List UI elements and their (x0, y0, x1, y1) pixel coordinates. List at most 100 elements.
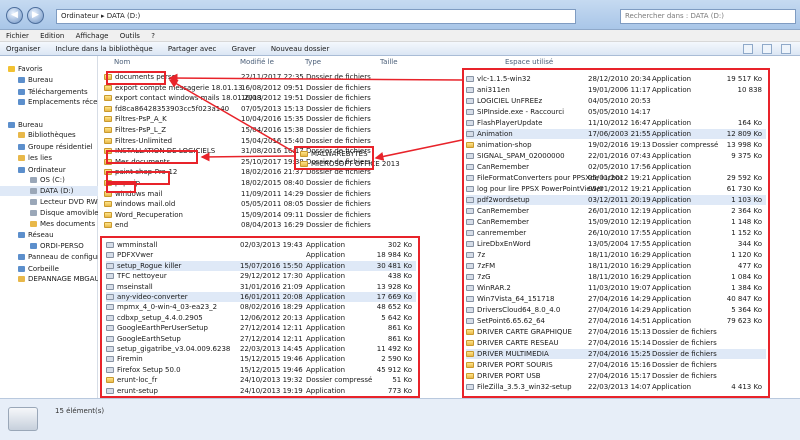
sidebar-item-os-c[interactable]: OS (C:) (0, 175, 98, 185)
location-icon (18, 254, 25, 260)
location-icon (18, 266, 25, 272)
menu-edit[interactable]: Edition (40, 30, 64, 42)
sidebar-item-label: Mes documents (40, 220, 96, 228)
sidebar-item-label: OS (C:) (40, 176, 65, 184)
file-name: Filtres-Unlimited (115, 136, 173, 145)
sidebar-item-t-l-chargements[interactable]: Téléchargements (0, 87, 98, 97)
file-date: 08/04/2013 16:29 (241, 221, 304, 230)
address-bar[interactable]: Ordinateur ▸ DATA (D:) (56, 9, 576, 24)
breadcrumb-drive[interactable]: DATA (D:) (107, 12, 140, 20)
list-item-folder[interactable]: Filtres-Unlimited 15/04/2016 15:40 Dossier… (104, 136, 454, 146)
sidebar-item-disque-amovible-i[interactable]: Disque amovible (I:) (0, 208, 111, 218)
column-header-type[interactable]: Type (305, 58, 321, 67)
file-name: export contact windows mails 18.01.2013 (115, 94, 262, 103)
column-header-size[interactable]: Taille (380, 58, 398, 67)
folder-icon (104, 95, 112, 102)
sidebar-item-favoris[interactable]: Favoris (0, 64, 98, 74)
sidebar-item-ordinateur[interactable]: Ordinateur (0, 165, 98, 175)
folder-icon (18, 276, 25, 282)
menu-file[interactable]: Fichier (6, 30, 29, 42)
list-item-folder[interactable]: export contact windows mails 18.01.2013 1… (104, 93, 454, 103)
sidebar-item-bureau[interactable]: Bureau (0, 75, 98, 85)
sidebar-item-label: Réseau (28, 231, 54, 239)
star-icon (8, 66, 15, 72)
list-item-folder[interactable]: end 08/04/2013 16:29 Dossier de fichiers (104, 220, 454, 230)
annotation-box-pspzip (106, 181, 136, 193)
folder-icon (104, 137, 112, 144)
list-item-folder[interactable]: windows mail.old 05/05/2011 08:05 Dossier … (104, 199, 454, 209)
file-date: 16/08/2012 09:51 (241, 83, 304, 92)
sidebar-item-corbeille[interactable]: Corbeille (0, 264, 98, 274)
sidebar-item-r-seau[interactable]: Réseau (0, 230, 98, 240)
burn-button[interactable]: Graver (232, 42, 256, 56)
file-date: 15/04/2016 15:40 (241, 136, 304, 145)
navigation-pane: Favoris Bureau Téléchargements Emplacements… (0, 56, 113, 398)
drive-icon (30, 199, 37, 205)
file-type: Dossier de fichiers (306, 210, 371, 219)
sidebar-item-les-lies[interactable]: les lies (0, 153, 98, 163)
file-date: 22/11/2017 22:35 (241, 73, 304, 81)
menu-view[interactable]: Affichage (76, 30, 109, 42)
sidebar-item-ordi-perso[interactable]: ORDI-PERSO (0, 241, 98, 251)
sidebar-item-label: Emplacements récents (28, 98, 109, 106)
sidebar-item-biblioth-ques[interactable]: Bibliothèques (0, 130, 98, 140)
sidebar-item-panneau-de-configuratio[interactable]: Panneau de configuratio (0, 252, 113, 262)
command-bar: Organiser Inclure dans la bibliothèque P… (0, 42, 800, 56)
back-icon[interactable]: ◀ (6, 7, 23, 24)
folder-icon (104, 116, 112, 123)
preview-pane-icon[interactable] (762, 44, 772, 54)
location-icon (18, 89, 25, 95)
sidebar-item-label: Bureau (28, 76, 53, 84)
sidebar-item-groupe-r-sidentiel[interactable]: Groupe résidentiel (0, 142, 98, 152)
include-library-button[interactable]: Inclure dans la bibliothèque (55, 42, 152, 56)
view-options-icon[interactable] (743, 44, 753, 54)
folder-icon (18, 155, 25, 161)
column-header-date[interactable]: Modifié le (240, 58, 274, 67)
location-icon (18, 167, 25, 173)
annotation-box-documents (106, 71, 166, 85)
list-item-folder[interactable]: windows mail 11/09/2011 14:29 Dossier de f… (104, 189, 454, 199)
sidebar-item-mes-documents[interactable]: Mes documents (0, 219, 98, 229)
help-icon[interactable] (781, 44, 791, 54)
annotation-box-left-files (100, 236, 420, 398)
drive-icon (30, 210, 37, 216)
breadcrumb-computer[interactable]: Ordinateur (61, 12, 99, 20)
menu-tools[interactable]: Outils (120, 30, 140, 42)
folder-icon (30, 221, 37, 227)
search-input[interactable]: Rechercher dans : DATA (D:) (620, 9, 796, 24)
menu-help[interactable]: ? (151, 30, 155, 42)
new-folder-button[interactable]: Nouveau dossier (271, 42, 330, 56)
status-bar: 15 élément(s) (0, 398, 800, 440)
location-icon (30, 243, 37, 249)
list-item-folder[interactable]: Filtres-PsP_L_Z 15/04/2016 15:38 Dossier d… (104, 125, 454, 135)
file-name: end (115, 221, 129, 230)
drive-icon (30, 177, 37, 183)
sidebar-item-emplacements-r-cents[interactable]: Emplacements récents (0, 97, 108, 107)
file-type: Dossier de fichiers (306, 115, 371, 124)
sidebar-item-data-d[interactable]: DATA (D:) (0, 186, 98, 196)
sidebar-item-label: ORDI-PERSO (40, 242, 84, 250)
column-header-name[interactable]: Nom (114, 58, 130, 67)
sidebar-item-label: Ordinateur (28, 166, 66, 174)
location-icon (18, 77, 25, 83)
folder-icon (104, 211, 112, 218)
folder-icon (104, 84, 112, 91)
list-item-folder[interactable]: Word_Recuperation 15/09/2014 09:11 Dossier… (104, 210, 454, 220)
share-button[interactable]: Partager avec (168, 42, 217, 56)
sidebar-item-depannage-mbgau[interactable]: DEPANNAGE MBGAU (0, 274, 100, 284)
sidebar-item-label: DATA (D:) (40, 187, 74, 195)
file-name: Word_Recuperation (115, 210, 183, 219)
file-type: Dossier de fichiers (306, 104, 371, 113)
list-item-folder[interactable]: fd8ca86428353903cc5f023a140 07/05/2013 15… (104, 104, 454, 114)
file-type: Dossier de fichiers (306, 126, 371, 134)
sidebar-item-lecteur-dvd-rw-e[interactable]: Lecteur DVD RW (E:) (0, 197, 112, 207)
column-header-space[interactable]: Espace utilisé (505, 58, 553, 67)
forward-icon[interactable]: ▶ (27, 7, 44, 24)
sidebar-item-bureau[interactable]: Bureau (0, 120, 98, 130)
sidebar-item-label: Bibliothèques (28, 131, 76, 139)
file-name: fd8ca86428353903cc5f023a140 (115, 104, 230, 113)
list-item-folder[interactable]: Filtres-PsP_A_K 10/04/2016 15:35 Dossier d… (104, 114, 454, 124)
location-icon (18, 99, 25, 105)
organize-button[interactable]: Organiser (6, 42, 40, 56)
file-name: windows mail.old (115, 200, 176, 209)
